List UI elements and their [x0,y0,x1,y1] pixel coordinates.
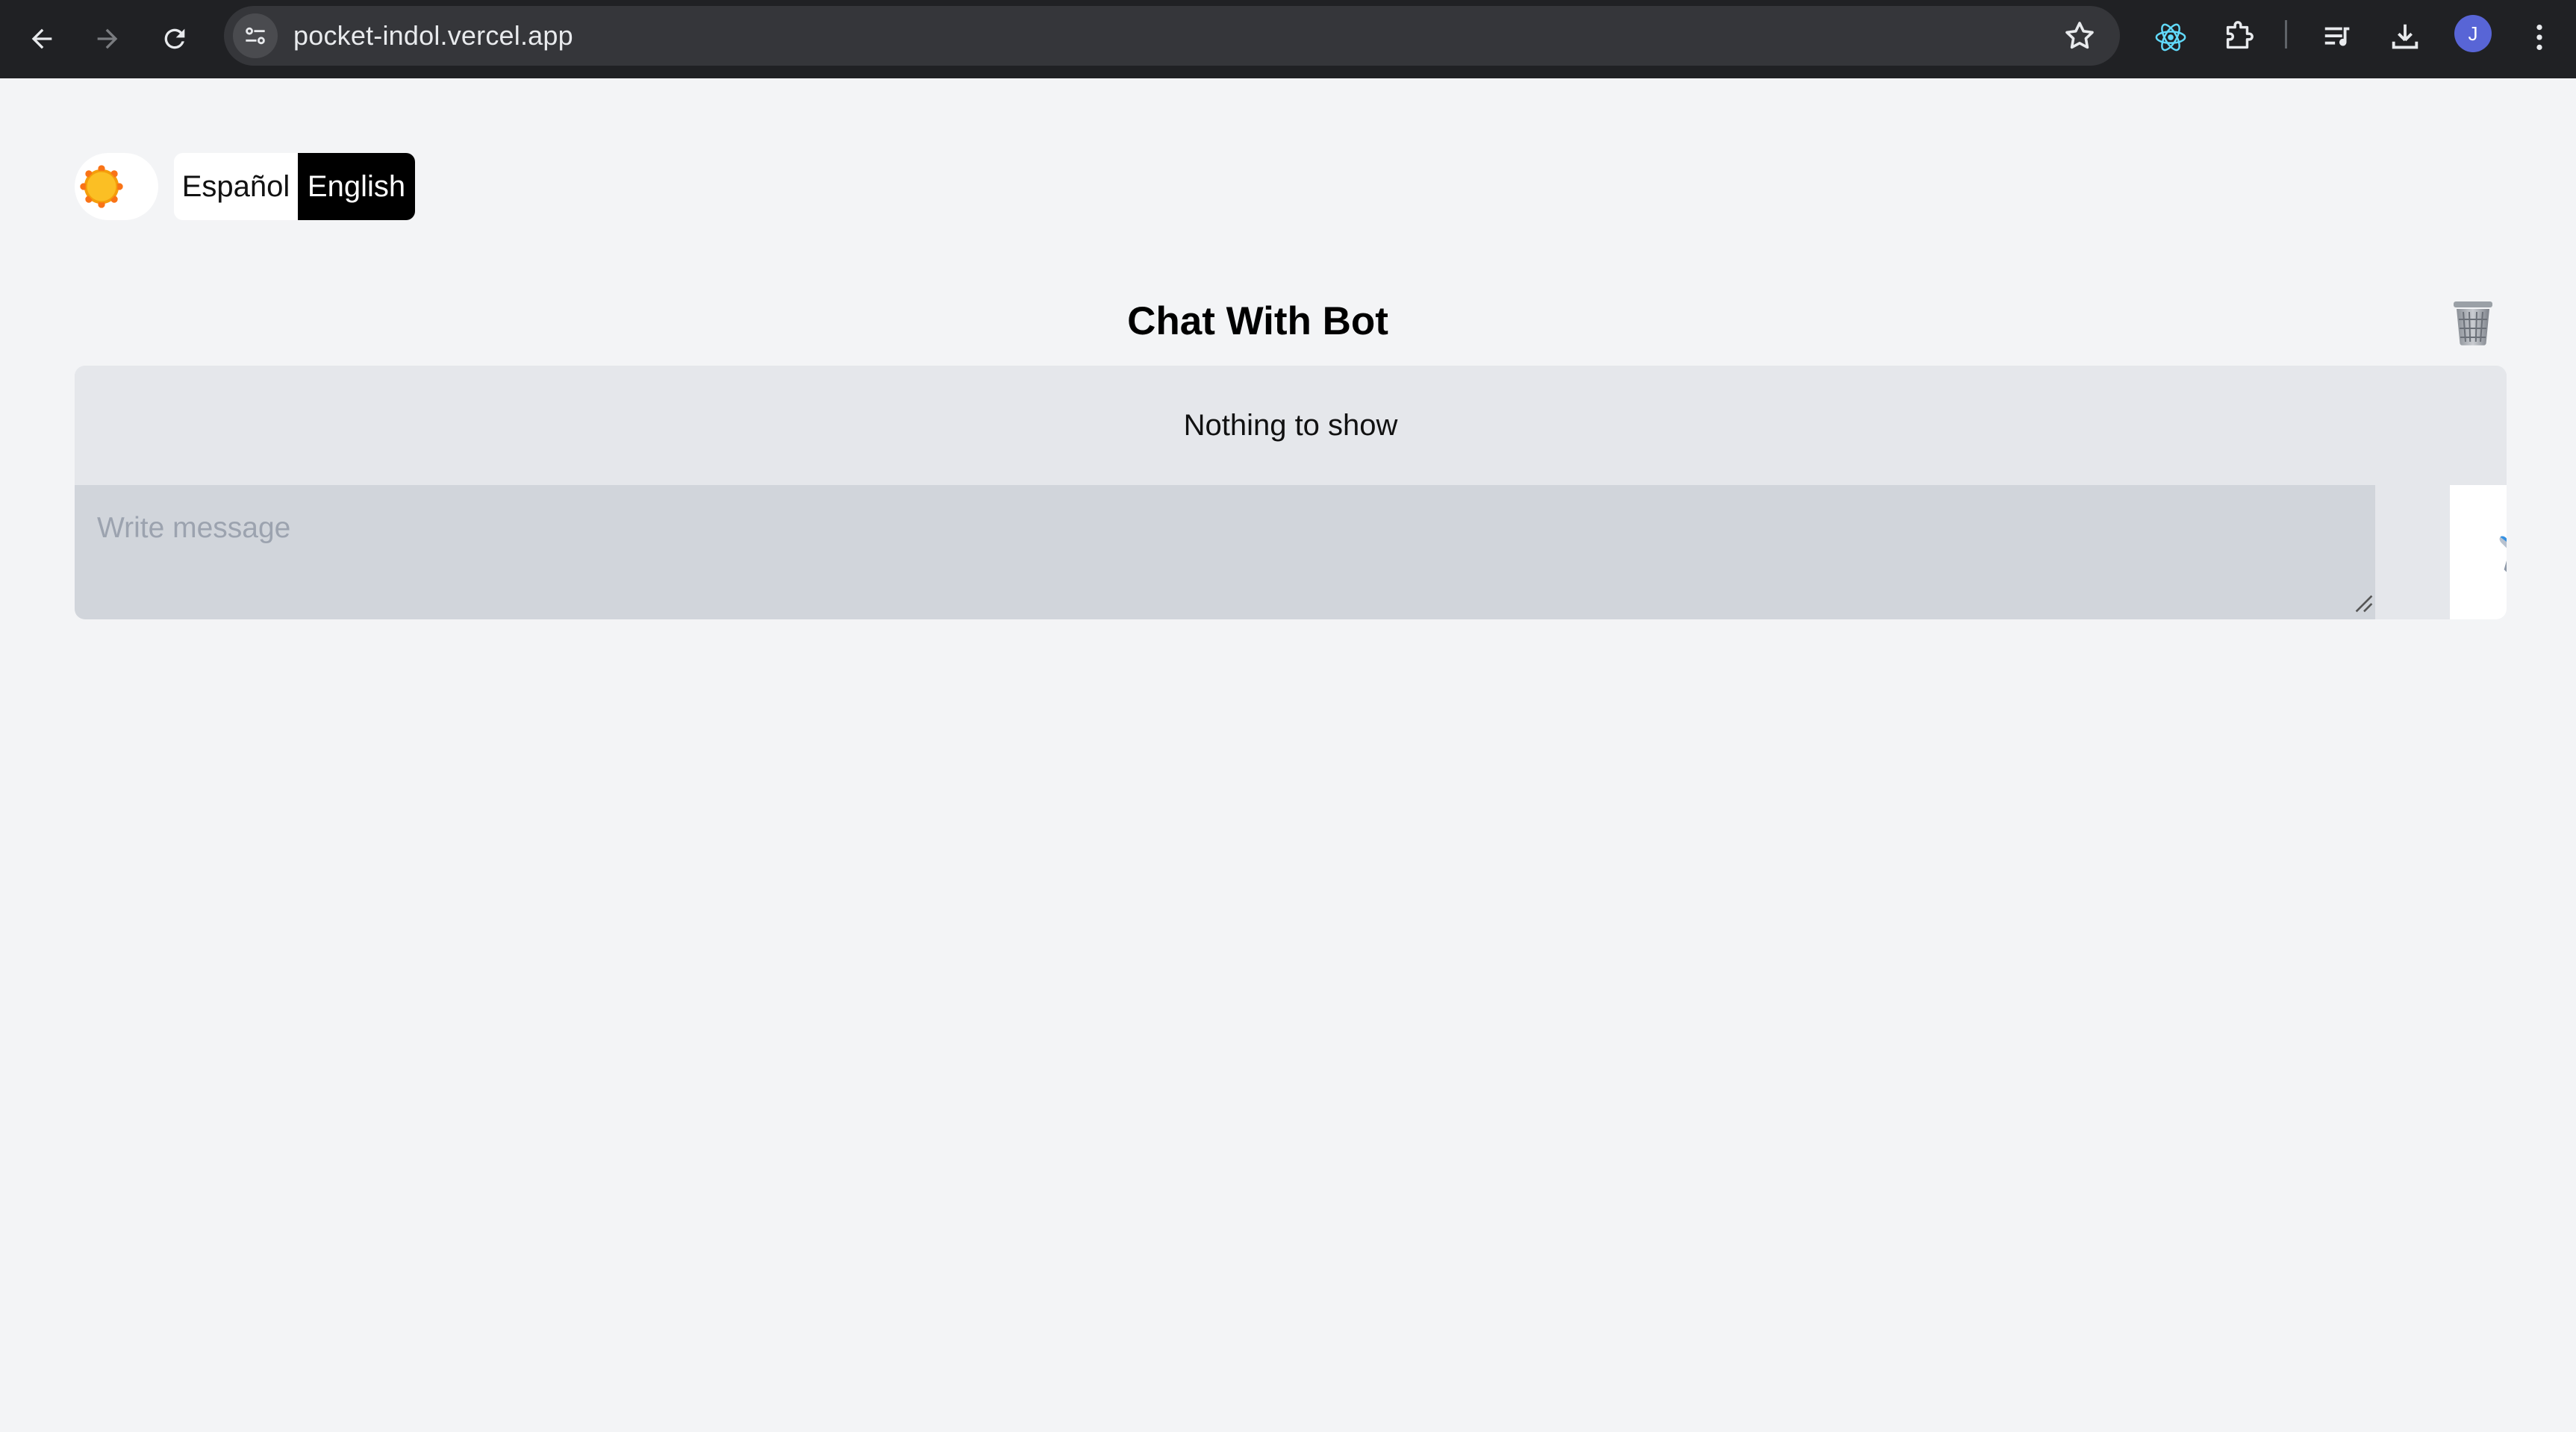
language-switch: Español English [174,153,415,220]
message-input[interactable] [75,485,2375,619]
profile-avatar[interactable]: J [2454,15,2492,52]
kebab-menu-icon[interactable] [2517,15,2562,60]
react-devtools-icon[interactable] [2148,15,2193,60]
airplane-icon [2499,536,2507,573]
theme-toggle[interactable] [75,153,158,220]
media-queue-icon[interactable] [2315,15,2360,60]
language-option-english[interactable]: English [298,153,415,220]
resize-handle-icon[interactable] [2354,594,2374,613]
toolbar-divider [2285,20,2287,49]
forward-arrow-icon[interactable] [75,6,140,72]
browser-toolbar: pocket-indol.vercel.app J [0,0,2576,78]
sun-icon [80,165,123,208]
extensions-puzzle-icon[interactable] [2215,15,2260,60]
url-text[interactable]: pocket-indol.vercel.app [293,21,573,51]
back-arrow-icon[interactable] [9,6,75,72]
address-bar[interactable]: pocket-indol.vercel.app [224,6,2120,66]
download-icon[interactable] [2383,15,2427,60]
send-button[interactable] [2450,485,2507,619]
trash-can-icon[interactable] [2451,298,2495,346]
bookmark-star-icon[interactable] [2062,18,2098,54]
messages-area: Nothing to show [75,366,2507,485]
empty-state-text: Nothing to show [1183,408,1398,442]
reload-icon[interactable] [142,6,208,72]
page-title: Chat With Bot [1127,299,1388,343]
language-option-spanish[interactable]: Español [174,153,298,220]
site-info-icon[interactable] [233,13,278,58]
chat-panel: Nothing to show [75,366,2507,619]
